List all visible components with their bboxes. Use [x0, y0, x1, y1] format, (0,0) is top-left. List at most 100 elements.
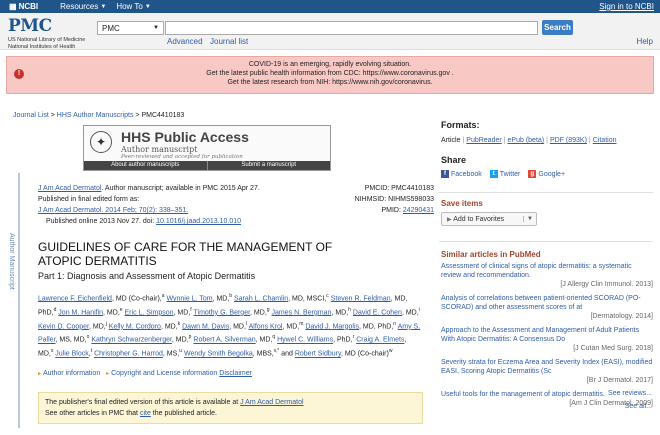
share-facebook[interactable]: f Facebook	[441, 170, 482, 178]
cite-link[interactable]: cite	[140, 410, 151, 417]
author-link[interactable]: James N. Bergman	[272, 309, 332, 316]
author-link[interactable]: Steven R. Feldman	[331, 295, 391, 302]
chevron-down-icon: ▼	[100, 3, 107, 10]
author-affiliation-marker[interactable]: r	[353, 334, 355, 340]
pmc-logo[interactable]: PMC US National Library of Medicine Nati…	[8, 16, 85, 50]
breadcrumb-hhs-manuscripts[interactable]: HHS Author Manuscripts	[57, 112, 134, 119]
citation-link[interactable]: J Am Acad Dermatol. 2014 Feb; 70(2): 338…	[38, 207, 188, 214]
search-input[interactable]	[165, 21, 538, 35]
author-affiliation-marker[interactable]: p	[189, 334, 192, 340]
author-link[interactable]: Kathryn Schwarzenberger	[91, 337, 172, 344]
author-affiliation-marker[interactable]: f	[190, 307, 191, 313]
author-link[interactable]: Robert Sidbury	[295, 351, 341, 358]
copyright-info-toggle[interactable]: ▸ Copyright and License information	[106, 370, 217, 377]
format-pubreader-link[interactable]: PubReader	[466, 137, 501, 144]
similar-article-link[interactable]: Analysis of correlations between patient…	[441, 294, 653, 312]
author-affiliation-marker[interactable]: a	[162, 293, 165, 299]
author-link[interactable]: David J. Margolis	[305, 323, 359, 330]
meta-published-label: Published in final edited form as:	[38, 196, 140, 203]
author-link[interactable]: Lawrence F. Eichenfield	[38, 295, 112, 302]
author-info-toggle[interactable]: ▸ Author information	[38, 370, 100, 377]
journal-link[interactable]: J Am Acad Dermatol	[38, 185, 101, 192]
doi-link[interactable]: 10.1016/j.jaad.2013.10.010	[156, 218, 241, 225]
author-affiliation-marker[interactable]: h	[348, 307, 351, 313]
article-info-links: ▸ Author information ▸ Copyright and Licen…	[38, 370, 252, 377]
author-link[interactable]: Timothy G. Berger	[194, 309, 251, 316]
author-link[interactable]: Christopher G. Harrod	[94, 351, 163, 358]
author-affiliation-marker[interactable]: u	[179, 348, 182, 354]
about-manuscripts-link[interactable]: About author manuscripts	[84, 161, 207, 170]
format-epub-link[interactable]: ePub (beta)	[508, 137, 545, 144]
covid-line-1: COVID-19 is an emerging, rapidly evolvin…	[248, 61, 412, 68]
pmc-logo-text: PMC	[8, 16, 52, 36]
similar-article-link[interactable]: Severity strata for Eczema Area and Seve…	[441, 358, 653, 376]
search-button[interactable]: Search	[542, 20, 573, 35]
similar-article-link[interactable]: Approach to the Assessment and Managemen…	[441, 326, 653, 344]
author-affiliation-marker[interactable]: k	[178, 321, 181, 327]
similar-article-source: [Am J Clin Dermatol. 2009]	[569, 400, 653, 407]
publisher-version-link[interactable]: J Am Acad Dermatol	[240, 399, 303, 406]
author-link[interactable]: Alfons Krol	[249, 323, 283, 330]
submit-manuscript-link[interactable]: Submit a manuscript	[206, 161, 331, 170]
similar-article-item: Severity strata for Eczema Area and Seve…	[441, 358, 653, 385]
author-affiliation-marker[interactable]: q	[272, 334, 275, 340]
howto-menu[interactable]: How To ▼	[116, 2, 150, 11]
author-affiliation-marker[interactable]: e	[120, 307, 123, 313]
author-link[interactable]: Wynnie L. Tom	[166, 295, 212, 302]
author-link[interactable]: Eric L. Simpson	[125, 309, 174, 316]
author-affiliation-marker[interactable]: j	[106, 321, 107, 327]
pmid-link[interactable]: 24290431	[403, 207, 434, 214]
share-twitter[interactable]: t Twitter	[489, 170, 520, 178]
breadcrumb-journal-list[interactable]: Journal List	[13, 112, 49, 119]
author-link[interactable]: Robert A. Silverman	[193, 337, 255, 344]
author-link[interactable]: David E. Cohen	[353, 309, 402, 316]
author-affiliation-marker[interactable]: c	[326, 293, 329, 299]
author-affiliation-marker[interactable]: w	[389, 348, 393, 354]
author-affiliation-marker[interactable]: v,*	[274, 348, 279, 354]
author-affiliation-marker[interactable]: s	[51, 348, 54, 354]
sign-in-link[interactable]: Sign in to NCBI	[599, 2, 654, 11]
author-affiliation-marker[interactable]: d	[54, 307, 57, 313]
help-link[interactable]: Help	[637, 37, 653, 46]
database-select[interactable]: PMC ▼	[97, 21, 164, 35]
share-googleplus[interactable]: g Google+	[528, 170, 565, 178]
resources-menu[interactable]: Resources ▼	[60, 2, 106, 11]
author-affiliation-marker[interactable]: l	[246, 321, 247, 327]
similar-article-link[interactable]: Assessment of clinical signs of atopic d…	[441, 262, 653, 280]
see-reviews-link[interactable]: See reviews...	[608, 390, 652, 397]
add-to-favorites-main[interactable]: ▶ Add to Favorites	[442, 216, 523, 223]
author-affiliation-marker[interactable]: b	[229, 293, 232, 299]
author-link[interactable]: Craig A. Elmets	[356, 337, 404, 344]
add-to-favorites-button[interactable]: ▶ Add to Favorites ▼	[441, 212, 537, 226]
meta-line-1: J Am Acad Dermatol. Author manuscript; a…	[38, 183, 260, 194]
author-link[interactable]: Dawn M. Davis	[182, 323, 229, 330]
covid-line-2: Get the latest public health information…	[206, 70, 454, 77]
author-affiliation-marker[interactable]: m	[299, 321, 303, 327]
author-affiliation-marker[interactable]: i	[419, 307, 420, 313]
author-link[interactable]: Wendy Smith Begolka	[184, 351, 253, 358]
author-link[interactable]: Julie Block	[55, 351, 88, 358]
author-affiliation-marker[interactable]: n	[393, 321, 396, 327]
notice-text-3: the published article.	[150, 410, 217, 417]
favorites-dropdown-icon[interactable]: ▼	[523, 216, 536, 222]
author-link[interactable]: Sarah L. Chamlin	[234, 295, 288, 302]
advanced-search-link[interactable]: Advanced	[167, 37, 203, 46]
googleplus-label: Google+	[538, 170, 566, 178]
similar-article-source: [J Cutan Med Surg. 2018]	[573, 345, 653, 352]
author-affiliation-marker[interactable]: o	[87, 334, 90, 340]
author-link[interactable]: Kelly M. Cordoro	[109, 323, 161, 330]
author-link[interactable]: Kevin D. Cooper	[38, 323, 89, 330]
author-link[interactable]: Jon M. Hanifin	[58, 309, 103, 316]
format-citation-link[interactable]: Citation	[593, 137, 617, 144]
author-affiliation-marker[interactable]: g	[267, 307, 270, 313]
format-pdf-link[interactable]: PDF (893K)	[550, 137, 587, 144]
see-all-link[interactable]: See all...	[625, 403, 652, 410]
disclaimer-link[interactable]: Disclaimer	[219, 370, 252, 377]
author-affiliation-marker[interactable]: t	[91, 348, 92, 354]
author-credentials: , MD, MSCI,	[288, 295, 327, 303]
journal-list-link[interactable]: Journal list	[210, 37, 248, 46]
ncbi-home-link[interactable]: ▦ NCBI	[9, 2, 38, 11]
facebook-icon: f	[441, 170, 449, 178]
author-link[interactable]: Hywel C. Williams	[277, 337, 333, 344]
hhs-subtitle: Author manuscript	[121, 145, 198, 154]
